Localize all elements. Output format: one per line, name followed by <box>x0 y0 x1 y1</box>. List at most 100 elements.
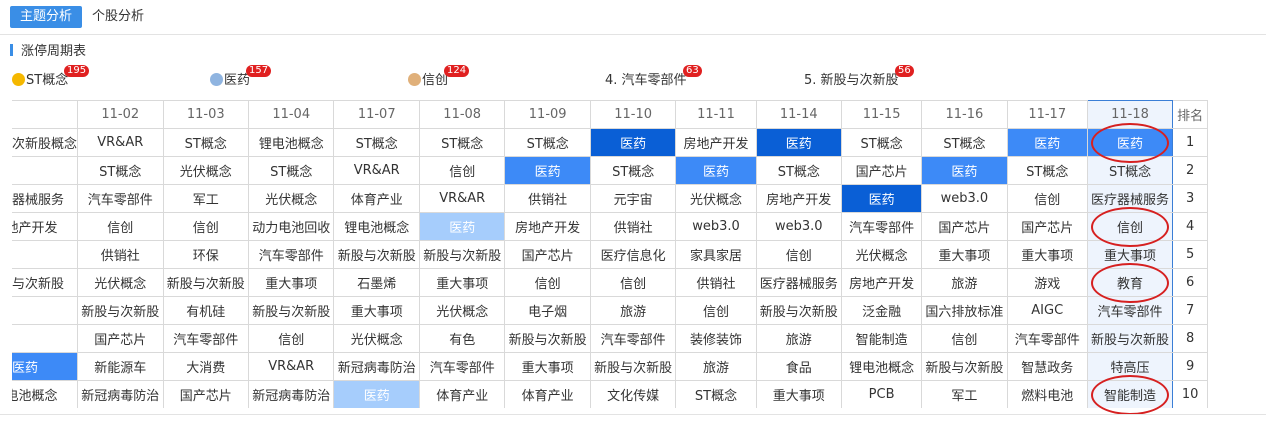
theme-cell[interactable]: ST概念 <box>418 128 506 157</box>
theme-cell[interactable]: 锂电池概念 <box>12 380 79 408</box>
date-header[interactable]: 11-09 <box>504 100 591 129</box>
theme-cell[interactable]: 有机硅 <box>162 296 249 325</box>
theme-cell[interactable]: 重大事项 <box>1086 240 1174 269</box>
theme-cell[interactable]: 医疗器械服务 <box>755 268 843 297</box>
theme-cell[interactable]: 新股与次新股 <box>921 352 1008 381</box>
theme-cell[interactable]: 信创 <box>504 268 591 297</box>
theme-cell[interactable]: 体育产业 <box>418 380 506 408</box>
theme-cell[interactable]: 元宇宙 <box>589 184 677 213</box>
theme-cell[interactable]: 重大事项 <box>504 352 591 381</box>
theme-cell[interactable]: 重大事项 <box>247 268 335 297</box>
theme-cell[interactable]: 汽车零部件 <box>77 184 164 213</box>
theme-cell[interactable]: 汽车零部件 <box>841 212 923 241</box>
theme-cell[interactable]: web3.0 <box>921 184 1008 213</box>
theme-cell[interactable]: 供销社 <box>77 240 164 269</box>
theme-cell[interactable]: 房地产开发 <box>755 184 843 213</box>
date-header[interactable]: 11-07 <box>333 100 420 129</box>
theme-cell[interactable]: 文化传媒 <box>589 380 677 408</box>
theme-cell[interactable]: 新冠病毒防治 <box>77 380 164 408</box>
date-header[interactable]: 11-15 <box>841 100 923 129</box>
theme-cell[interactable]: 新股与次新股 <box>333 240 420 269</box>
theme-cell[interactable]: 医疗器械服务 <box>12 184 79 213</box>
theme-cell[interactable]: 新冠病毒防治 <box>247 380 335 408</box>
theme-cell[interactable]: 信创 <box>162 212 249 241</box>
theme-cell[interactable]: 医药 <box>841 184 923 213</box>
theme-cell[interactable]: 医药 <box>333 380 420 408</box>
theme-cell[interactable]: ST概念 <box>1006 156 1088 185</box>
theme-cell[interactable]: 教育 <box>1086 268 1174 297</box>
theme-cell[interactable] <box>12 156 79 185</box>
theme-item-4[interactable]: 4. 汽车零部件 63 <box>605 65 702 90</box>
theme-cell[interactable]: 重大事项 <box>333 296 420 325</box>
theme-cell[interactable]: 国产芯片 <box>504 240 591 269</box>
theme-cell[interactable]: 国产芯片 <box>1006 212 1088 241</box>
theme-cell[interactable]: 新股与次新股概念 <box>12 128 79 157</box>
theme-cell[interactable]: 旅游 <box>675 352 757 381</box>
theme-cell[interactable]: 汽车零部件 <box>1006 324 1088 353</box>
theme-cell[interactable]: VR&AR <box>77 128 164 157</box>
theme-cell[interactable]: 供销社 <box>589 212 677 241</box>
theme-item-2[interactable]: 医药 157 <box>210 65 272 90</box>
theme-cell[interactable]: 国六排放标准 <box>921 296 1008 325</box>
theme-cell[interactable]: 新股与次新股 <box>504 324 591 353</box>
theme-cell[interactable]: 大消费 <box>162 352 249 381</box>
theme-cell[interactable]: 新股与次新股 <box>589 352 677 381</box>
theme-cell[interactable]: 锂电池概念 <box>841 352 923 381</box>
theme-cell[interactable]: 医药 <box>12 352 79 381</box>
theme-cell[interactable]: 家具家居 <box>675 240 757 269</box>
theme-cell[interactable]: 医疗信息化 <box>589 240 677 269</box>
theme-cell[interactable]: 石墨烯 <box>333 268 420 297</box>
theme-cell[interactable] <box>12 296 79 325</box>
theme-cell[interactable]: ST概念 <box>162 128 249 157</box>
theme-cell[interactable]: 新股与次新股 <box>755 296 843 325</box>
theme-cell[interactable]: 国产芯片 <box>921 212 1008 241</box>
theme-cell[interactable]: 医药 <box>504 156 591 185</box>
theme-cell[interactable]: ST概念 <box>333 128 420 157</box>
theme-cell[interactable]: 新股与次新股 <box>247 296 335 325</box>
theme-cell[interactable]: 电子烟 <box>504 296 591 325</box>
theme-cell[interactable] <box>12 324 79 353</box>
theme-cell[interactable]: 医药 <box>1086 128 1174 157</box>
theme-cell[interactable]: 信创 <box>921 324 1008 353</box>
theme-cell[interactable]: 重大事项 <box>1006 240 1088 269</box>
theme-cell[interactable]: 房地产开发 <box>504 212 591 241</box>
theme-cell[interactable]: 旅游 <box>755 324 843 353</box>
theme-cell[interactable]: web3.0 <box>675 212 757 241</box>
date-header[interactable]: 11-17 <box>1006 100 1088 129</box>
theme-cell[interactable]: 信创 <box>77 212 164 241</box>
theme-cell[interactable]: 光伏概念 <box>247 184 335 213</box>
theme-cell[interactable]: 新冠病毒防治 <box>333 352 420 381</box>
theme-cell[interactable]: 信创 <box>589 268 677 297</box>
theme-cell[interactable]: 医药 <box>755 128 843 157</box>
theme-cell[interactable]: 汽车零部件 <box>589 324 677 353</box>
theme-cell[interactable]: 食品 <box>755 352 843 381</box>
theme-cell[interactable]: VR&AR <box>247 352 335 381</box>
theme-cell[interactable]: 房地产开发 <box>841 268 923 297</box>
theme-cell[interactable]: 特高压 <box>1086 352 1174 381</box>
theme-cell[interactable]: 医药 <box>1006 128 1088 157</box>
theme-cell[interactable]: 汽车零部件 <box>418 352 506 381</box>
theme-cell[interactable]: 国产芯片 <box>162 380 249 408</box>
date-header[interactable]: 11-02 <box>77 100 164 129</box>
theme-cell[interactable]: 医药 <box>921 156 1008 185</box>
theme-cell[interactable]: ST概念 <box>77 156 164 185</box>
theme-cell[interactable]: 房地产开发 <box>12 212 79 241</box>
theme-cell[interactable]: 体育产业 <box>333 184 420 213</box>
theme-cell[interactable]: ST概念 <box>247 156 335 185</box>
date-header[interactable]: 11-08 <box>418 100 506 129</box>
theme-cell[interactable]: 信创 <box>247 324 335 353</box>
theme-cell[interactable]: 医疗器械服务 <box>1086 184 1174 213</box>
theme-cell[interactable]: 旅游 <box>589 296 677 325</box>
theme-cell[interactable]: VR&AR <box>418 184 506 213</box>
theme-cell[interactable]: 信创 <box>1006 184 1088 213</box>
theme-cell[interactable]: AIGC <box>1006 296 1088 325</box>
theme-cell[interactable]: ST概念 <box>504 128 591 157</box>
theme-cell[interactable]: 新股与次新股 <box>418 240 506 269</box>
date-header[interactable]: 11-03 <box>162 100 249 129</box>
theme-cell[interactable]: 泛金融 <box>841 296 923 325</box>
theme-cell[interactable]: 有色 <box>418 324 506 353</box>
theme-cell[interactable]: 军工 <box>921 380 1008 408</box>
theme-cell[interactable]: 锂电池概念 <box>333 212 420 241</box>
theme-cell[interactable]: 光伏概念 <box>841 240 923 269</box>
theme-cell[interactable]: 光伏概念 <box>77 268 164 297</box>
